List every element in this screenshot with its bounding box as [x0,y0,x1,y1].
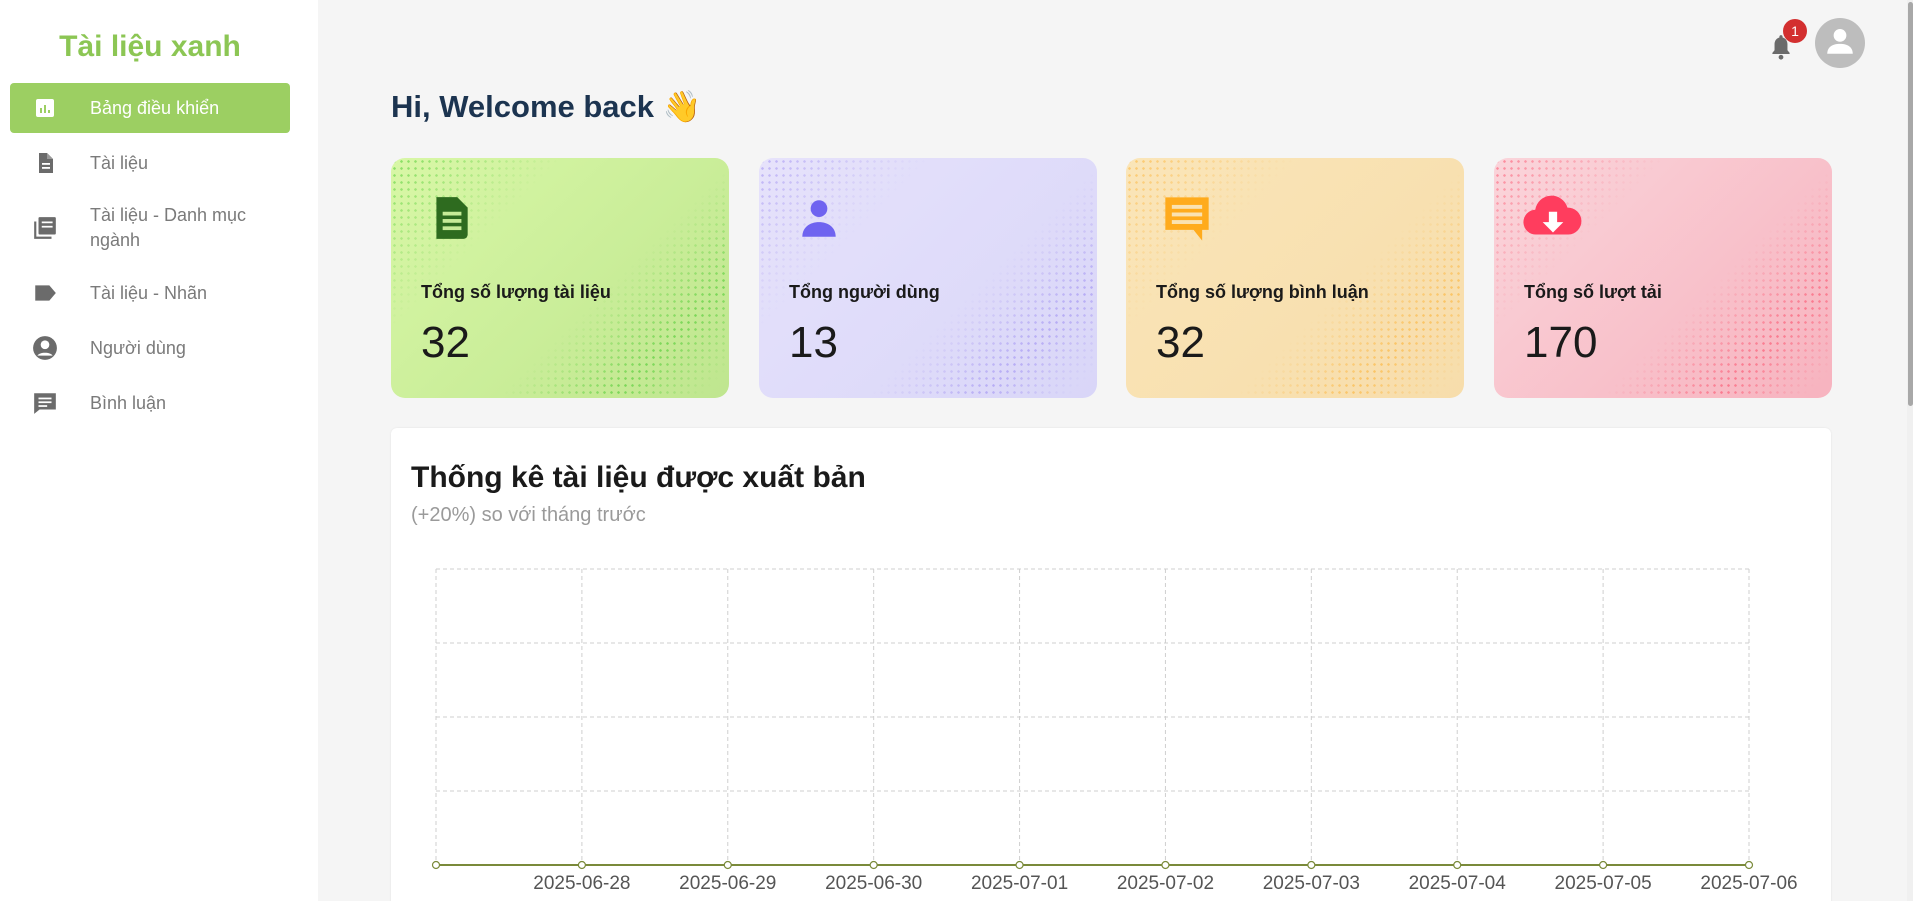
stat-card-downloads: Tổng số lượt tải 170 [1494,158,1832,398]
cloud-download-icon [1522,193,1586,243]
stat-card-users: Tổng người dùng 13 [759,158,1097,398]
x-tick-label: 2025-06-29 [679,873,776,894]
x-tick-label: 2025-07-05 [1555,873,1652,894]
sidebar-item-dashboard[interactable]: Bảng điều khiển [10,83,290,133]
app-logo[interactable]: Tài liệu xanh [0,30,300,64]
data-point [431,860,441,870]
card-label: Tổng số lượng bình luận [1156,282,1369,302]
comment-icon [1161,193,1211,243]
scrollbar-thumb[interactable] [1908,2,1913,406]
user-avatar-icon [1823,24,1857,63]
account-circle-icon [30,333,60,363]
data-point [1744,860,1754,870]
x-tick-label: 2025-07-04 [1409,873,1507,894]
card-value: 32 [1156,318,1205,367]
sidebar-item-tags[interactable]: Tài liệu - Nhãn [10,268,290,318]
sidebar-item-comments[interactable]: Bình luận [10,378,290,428]
x-tick-label: 2025-07-06 [1700,873,1797,894]
sidebar-item-label: Bình luận [90,392,167,413]
card-value: 13 [789,318,838,367]
data-point [1015,860,1024,870]
x-tick-label: 2025-07-02 [1117,873,1214,894]
user-avatar-button[interactable] [1815,18,1865,68]
document-icon [426,193,476,243]
data-point [1599,860,1608,870]
copy-stack-icon [30,213,60,243]
sidebar-item-label: Bảng điều khiển [90,97,220,118]
sidebar-item-label: Tài liệu - Danh mục ngành [90,205,247,250]
data-point [1161,860,1170,870]
sidebar: Tài liệu xanh Bảng điều khiển Tài liệu T… [0,0,318,901]
page-title: Hi, Welcome back 👋 [391,89,702,124]
card-label: Tổng số lượng tài liệu [421,282,611,302]
data-point [577,860,586,870]
sidebar-item-categories[interactable]: Tài liệu - Danh mục ngành [10,193,290,263]
sidebar-item-label: Tài liệu [90,152,149,173]
person-icon [794,193,844,243]
sidebar-item-documents[interactable]: Tài liệu [10,138,290,188]
x-tick-label: 2025-07-01 [971,873,1068,894]
x-tick-label: 2025-06-28 [533,873,630,894]
card-value: 32 [421,318,470,367]
dashboard-chart-icon [30,93,60,123]
document-icon [30,148,60,178]
card-label: Tổng số lượt tải [1524,282,1662,302]
comment-icon [30,388,60,418]
data-point [723,860,732,870]
stat-card-documents: Tổng số lượng tài liệu 32 [391,158,729,398]
publish-stats-panel: Thống kê tài liệu được xuất bản (+20%) s… [391,428,1831,901]
data-point [1307,860,1316,870]
data-point [869,860,878,870]
x-tick-label: 2025-07-03 [1263,873,1360,894]
sidebar-nav: Bảng điều khiển Tài liệu Tài liệu - Danh… [10,83,290,433]
x-tick-label: 2025-06-30 [825,873,922,894]
sidebar-item-label: Người dùng [90,337,186,358]
card-label: Tổng người dùng [789,282,940,302]
notification-badge: 1 [1783,19,1807,43]
data-point [1453,860,1462,870]
publish-line-chart: 2025-06-28 2025-06-29 2025-06-30 2025-07-01… [431,568,1798,894]
sidebar-item-label: Tài liệu - Nhãn [90,282,208,303]
card-value: 170 [1524,318,1598,367]
stat-card-comments: Tổng số lượng bình luận 32 [1126,158,1464,398]
label-tag-icon [30,278,60,308]
sidebar-item-users[interactable]: Người dùng [10,323,290,373]
